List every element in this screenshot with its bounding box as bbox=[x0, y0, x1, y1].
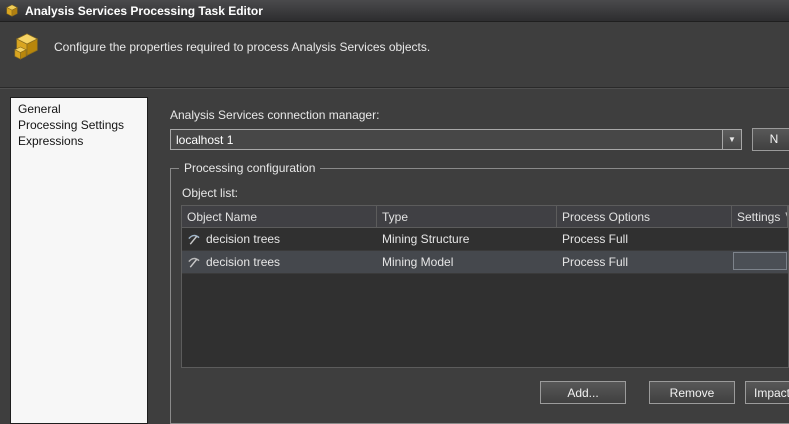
add-button[interactable]: Add... bbox=[540, 381, 626, 404]
filter-sort-icon: ∇ bbox=[785, 211, 788, 222]
app-cube-icon bbox=[5, 4, 19, 18]
connection-manager-value: localhost 1 bbox=[171, 130, 722, 149]
remove-button[interactable]: Remove bbox=[649, 381, 735, 404]
sidebar-item-processing-settings[interactable]: Processing Settings bbox=[11, 117, 147, 133]
connection-manager-label: Analysis Services connection manager: bbox=[170, 108, 379, 122]
mining-structure-icon bbox=[187, 233, 200, 246]
settings-cell[interactable] bbox=[733, 252, 787, 270]
mining-model-icon bbox=[187, 256, 200, 269]
process-options-cell[interactable]: Process Full bbox=[557, 228, 732, 250]
settings-cell[interactable] bbox=[732, 228, 788, 250]
header-band: Configure the properties required to pro… bbox=[0, 22, 789, 88]
sidebar-item-expressions[interactable]: Expressions bbox=[11, 133, 147, 149]
object-name-cell: decision trees bbox=[182, 251, 377, 273]
chevron-down-icon[interactable]: ▼ bbox=[722, 130, 741, 149]
object-list-label: Object list: bbox=[182, 186, 238, 200]
table-header-row: Object Name Type Process Options Setting… bbox=[182, 206, 788, 228]
dialog-description: Configure the properties required to pro… bbox=[54, 40, 430, 54]
sidebar-item-general[interactable]: General bbox=[11, 101, 147, 117]
analysis-services-cubes-icon bbox=[12, 31, 42, 66]
titlebar: Analysis Services Processing Task Editor bbox=[0, 0, 789, 22]
processing-configuration-title: Processing configuration bbox=[179, 161, 320, 175]
column-header-process-options[interactable]: Process Options bbox=[557, 206, 732, 227]
process-options-cell[interactable]: Process Full bbox=[557, 251, 732, 273]
new-connection-button[interactable]: N bbox=[752, 128, 789, 151]
type-cell: Mining Structure bbox=[377, 228, 557, 250]
column-header-type[interactable]: Type bbox=[377, 206, 557, 227]
column-header-settings[interactable]: Settings ∇ bbox=[732, 206, 788, 227]
pages-list: General Processing Settings Expressions bbox=[10, 97, 148, 424]
object-name-text: decision trees bbox=[206, 232, 280, 246]
object-name-text: decision trees bbox=[206, 255, 280, 269]
connection-manager-combobox[interactable]: localhost 1 ▼ bbox=[170, 129, 742, 150]
object-list-table: Object Name Type Process Options Setting… bbox=[181, 205, 789, 368]
column-header-settings-label: Settings bbox=[737, 210, 780, 224]
window-title: Analysis Services Processing Task Editor bbox=[25, 4, 263, 18]
object-name-cell: decision trees bbox=[182, 228, 377, 250]
impact-analysis-button[interactable]: Impact bbox=[745, 381, 789, 404]
table-row[interactable]: decision trees Mining Structure Process … bbox=[182, 228, 788, 251]
table-row[interactable]: decision trees Mining Model Process Full bbox=[182, 251, 788, 274]
column-header-object-name[interactable]: Object Name bbox=[182, 206, 377, 227]
type-cell: Mining Model bbox=[377, 251, 557, 273]
